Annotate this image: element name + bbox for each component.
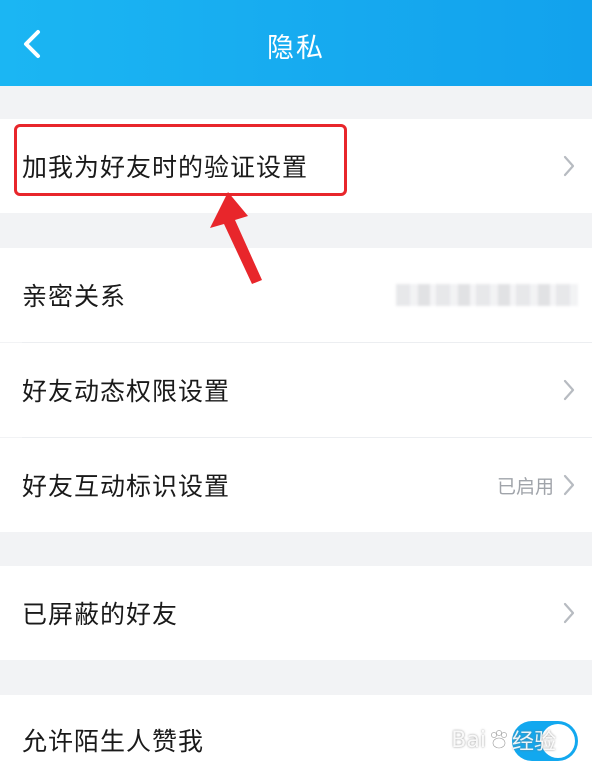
- baidu-jingyan-watermark: Bai 经验: [451, 724, 556, 756]
- intimate-relation-row[interactable]: 亲密关系: [0, 248, 592, 342]
- chevron-right-icon: [562, 378, 576, 402]
- interaction-mark-row[interactable]: 好友互动标识设置 已启用: [0, 438, 592, 532]
- highlight-box: [14, 124, 347, 196]
- paw-icon: [488, 729, 510, 751]
- interaction-mark-label: 好友互动标识设置: [22, 472, 231, 501]
- chevron-right-icon: [562, 154, 576, 178]
- watermark-text: 经验: [511, 730, 556, 755]
- chevron-right-icon: [562, 601, 576, 625]
- page-title: 隐私: [267, 33, 325, 64]
- privacy-settings-page: 隐私 加我为好友时的验证设置 亲密关系 好友动态权限设置 好友互动标识设置 已启…: [0, 0, 592, 778]
- red-arrow-icon: [208, 192, 268, 286]
- feed-permission-row[interactable]: 好友动态权限设置: [0, 343, 592, 437]
- feed-permission-label: 好友动态权限设置: [22, 377, 231, 406]
- interaction-mark-status: 已启用: [496, 475, 554, 498]
- blocked-friends-label: 已屏蔽的好友: [22, 600, 179, 629]
- allow-stranger-likes-label: 允许陌生人赞我: [22, 727, 205, 756]
- blurred-value: [396, 284, 578, 306]
- chevron-right-icon: [562, 473, 576, 497]
- watermark-text: Bai: [451, 727, 486, 753]
- intimate-relation-label: 亲密关系: [22, 282, 127, 311]
- blocked-friends-row[interactable]: 已屏蔽的好友: [0, 566, 592, 660]
- top-bar: 隐私: [0, 0, 592, 86]
